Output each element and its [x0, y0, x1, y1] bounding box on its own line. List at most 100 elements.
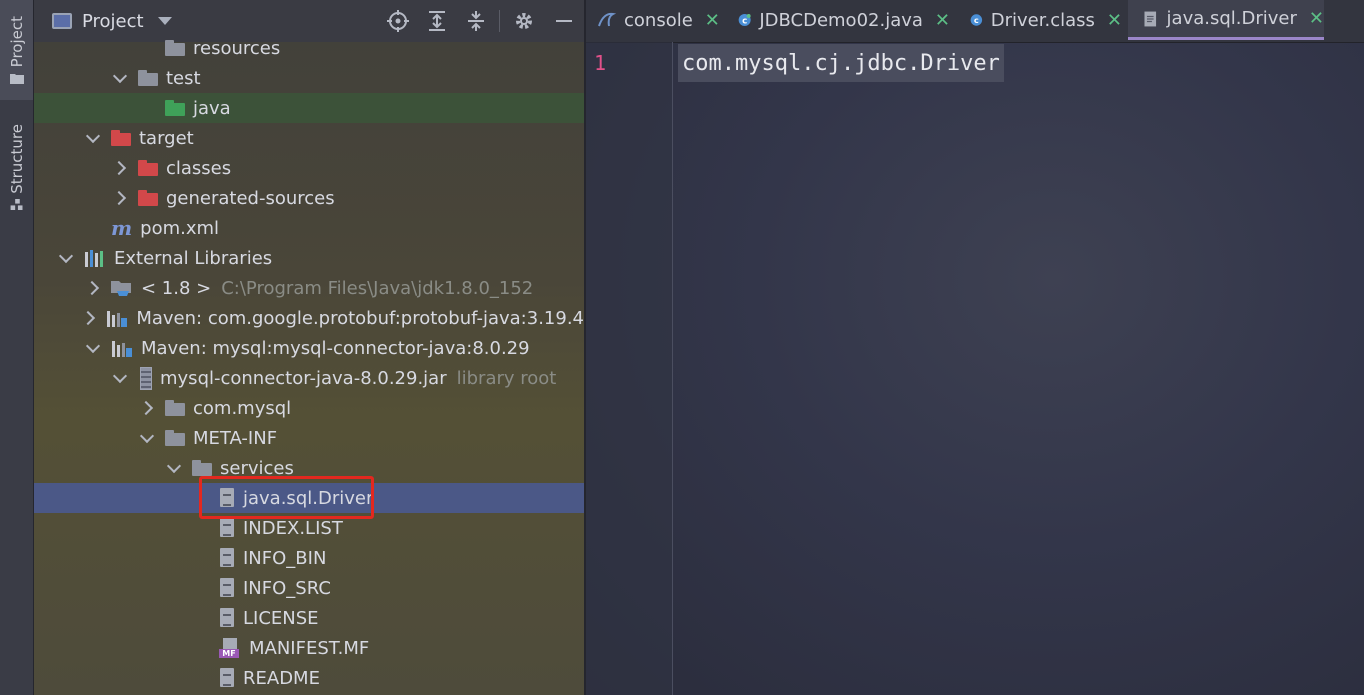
tree-item-mysql-connector-java-8-0-29-jar[interactable]: mysql-connector-java-8.0.29.jar library r…	[34, 363, 584, 393]
excluded-folder-icon	[138, 190, 158, 206]
tree-item-pom-xml[interactable]: m pom.xml	[34, 213, 584, 243]
tree-item-info-bin[interactable]: INFO_BIN	[34, 543, 584, 573]
highlight-annotation	[199, 476, 374, 519]
tree-item-label: classes	[166, 157, 232, 179]
tree-item-label: LICENSE	[243, 607, 319, 629]
chevron-right-icon[interactable]	[81, 311, 94, 325]
tree-item-label: MANIFEST.MF	[249, 637, 370, 659]
tool-tab-structure[interactable]: Structure	[0, 112, 33, 222]
chevron-down-icon[interactable]	[85, 341, 99, 355]
folder-icon	[9, 74, 24, 85]
tree-item-meta-inf[interactable]: META-INF	[34, 423, 584, 453]
tab-jdbcdemo02[interactable]: c JDBCDemo02.java ✕	[738, 0, 950, 40]
project-window-icon	[52, 13, 72, 29]
tree-item-external-libraries[interactable]: External Libraries	[34, 243, 584, 273]
tree-item-manifest-mf[interactable]: MF MANIFEST.MF	[34, 633, 584, 663]
tool-tab-structure-label: Structure	[7, 123, 26, 194]
chevron-right-icon[interactable]	[85, 281, 99, 295]
text-file-icon	[219, 608, 235, 628]
tab-java-sql-driver[interactable]: java.sql.Driver ✕	[1128, 0, 1324, 40]
tree-item-label: Maven: com.google.protobuf:protobuf-java…	[136, 307, 584, 329]
tree-item-readme[interactable]: README	[34, 663, 584, 693]
tree-item-java[interactable]: java	[34, 93, 584, 123]
chevron-down-icon[interactable]	[139, 431, 153, 445]
minimize-icon[interactable]	[552, 9, 576, 33]
chevron-down-icon[interactable]	[58, 251, 72, 265]
tree-item-maven-mysql-mysql-connector-java-8-0-29[interactable]: Maven: mysql:mysql-connector-java:8.0.29	[34, 333, 584, 363]
tab-console-label: console	[624, 9, 693, 31]
text-file-icon	[219, 578, 235, 598]
chevron-down-icon[interactable]	[85, 131, 99, 145]
close-icon[interactable]: ✕	[1309, 8, 1324, 29]
folder-icon	[165, 430, 185, 446]
text-file-icon	[1144, 11, 1157, 26]
text-file-icon	[219, 668, 235, 688]
tree-item-label: com.mysql	[193, 397, 292, 419]
tab-console[interactable]: console ✕	[596, 0, 726, 40]
chevron-down-icon[interactable]	[166, 461, 180, 475]
chevron-down-icon[interactable]	[112, 71, 126, 85]
close-icon[interactable]: ✕	[935, 10, 950, 31]
maven-library-icon	[111, 339, 133, 357]
folder-icon	[165, 40, 185, 56]
tree-item-label: pom.xml	[140, 217, 220, 239]
chevron-down-icon[interactable]	[112, 371, 126, 385]
tree-item-label: generated-sources	[166, 187, 335, 209]
chevron-down-icon[interactable]	[157, 17, 172, 25]
tree-item-resources[interactable]: resources	[34, 33, 584, 63]
excluded-folder-icon	[138, 160, 158, 176]
tree-item-label: target	[139, 127, 194, 149]
locate-icon[interactable]	[386, 9, 410, 33]
tree-item-1-8[interactable]: < 1.8 > C:\Program Files\Java\jdk1.8.0_15…	[34, 273, 584, 303]
svg-text:c: c	[742, 16, 747, 26]
folder-icon	[192, 460, 212, 476]
manifest-icon: MF	[219, 638, 241, 658]
chevron-right-icon[interactable]	[112, 161, 126, 175]
tree-item-maven-com-google-protobuf-protobuf-java-3-19-4[interactable]: Maven: com.google.protobuf:protobuf-java…	[34, 303, 584, 333]
tool-window-strip: Project Structure	[0, 0, 34, 695]
chevron-right-icon[interactable]	[112, 191, 126, 205]
tree-item-label: Maven: mysql:mysql-connector-java:8.0.29	[141, 337, 530, 359]
tree-item-com-mysql[interactable]: com.mysql	[34, 393, 584, 423]
tree-item-generated-sources[interactable]: generated-sources	[34, 183, 584, 213]
code-line[interactable]: com.mysql.cj.jdbc.Driver	[678, 44, 1004, 82]
expand-all-icon[interactable]	[425, 9, 449, 33]
tree-item-label: External Libraries	[114, 247, 273, 269]
folder-icon	[165, 400, 185, 416]
text-file-icon	[219, 548, 235, 568]
mysql-console-icon	[598, 12, 616, 27]
tree-item-label: test	[166, 67, 201, 89]
gear-icon[interactable]	[512, 9, 536, 33]
tree-item-test[interactable]: test	[34, 63, 584, 93]
text-file-icon	[219, 518, 235, 538]
header-divider	[499, 10, 500, 32]
tool-tab-project-label: Project	[7, 15, 26, 68]
collapse-all-icon[interactable]	[464, 9, 488, 33]
tree-item-target[interactable]: target	[34, 123, 584, 153]
tree-item-label: README	[243, 667, 320, 689]
editor-tab-bar: console ✕ c JDBCDemo02.java ✕ c Driver.c…	[586, 0, 1364, 43]
tree-item-label: META-INF	[193, 427, 278, 449]
tree-item-label: java	[193, 97, 231, 119]
tool-tab-project[interactable]: Project	[0, 0, 33, 100]
folder-icon	[138, 70, 158, 86]
tree-item-label: INDEX.LIST	[243, 517, 343, 539]
tree-item-classes[interactable]: classes	[34, 153, 584, 183]
tree-item-license[interactable]: LICENSE	[34, 603, 584, 633]
tree-item-label: INFO_BIN	[243, 547, 327, 569]
tab-driver-class[interactable]: c Driver.class ✕	[970, 0, 1122, 40]
tree-item-label: resources	[193, 37, 281, 59]
tree-item-secondary: C:\Program Files\Java\jdk1.8.0_152	[221, 277, 534, 299]
editor-area: console ✕ c JDBCDemo02.java ✕ c Driver.c…	[586, 0, 1364, 695]
close-icon[interactable]: ✕	[705, 10, 720, 31]
close-icon[interactable]: ✕	[1107, 10, 1122, 31]
project-panel-title[interactable]: Project	[82, 11, 144, 32]
test-sources-folder-icon	[165, 100, 185, 116]
svg-text:c: c	[974, 15, 979, 25]
jdk-icon	[111, 279, 133, 297]
maven-icon: m	[111, 216, 133, 240]
tree-item-label: < 1.8 >	[141, 277, 212, 299]
tree-item-info-src[interactable]: INFO_SRC	[34, 573, 584, 603]
chevron-right-icon[interactable]	[139, 401, 153, 415]
tree-item-label: mysql-connector-java-8.0.29.jar	[160, 367, 447, 389]
